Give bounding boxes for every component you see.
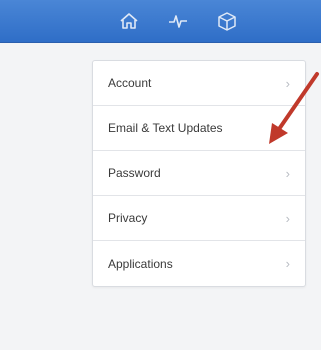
menu-item-label: Email & Text Updates [108,121,223,135]
menu-item-account[interactable]: Account › [93,61,305,106]
top-nav-bar [0,0,321,43]
menu-item-label: Applications [108,256,173,271]
activity-icon[interactable] [166,9,190,33]
menu-item-privacy[interactable]: Privacy › [93,196,305,241]
menu-item-password[interactable]: Password › [93,151,305,196]
menu-item-email-text-updates[interactable]: Email & Text Updates [93,106,305,151]
chevron-right-icon: › [285,75,290,91]
home-icon[interactable] [117,9,141,33]
chevron-right-icon: › [285,256,290,271]
chevron-right-icon: › [285,210,290,226]
menu-item-applications[interactable]: Applications › [93,241,305,286]
chevron-right-icon: › [285,165,290,181]
menu-item-label: Privacy [108,211,148,225]
cube-icon[interactable] [215,9,239,33]
menu-item-label: Password [108,166,161,180]
settings-menu: Account › Email & Text Updates Password … [92,60,306,287]
menu-item-label: Account [108,76,152,90]
